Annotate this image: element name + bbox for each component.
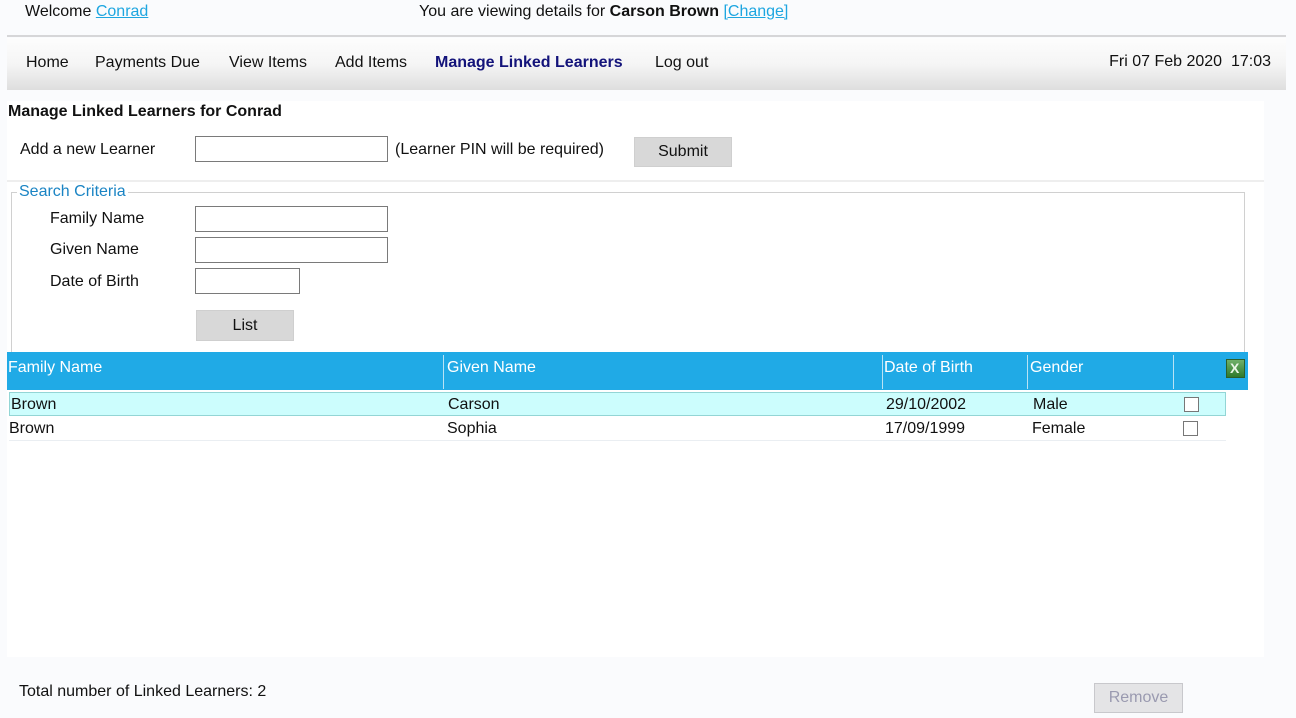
divider (7, 180, 1264, 182)
viewing-learner-name: Carson Brown (609, 3, 719, 20)
main-nav: Home Payments Due View Items Add Items M… (7, 38, 1286, 90)
column-separator (1173, 355, 1174, 389)
table-row[interactable]: Brown Sophia 17/09/1999 Female (9, 417, 1226, 441)
total-linked-learners: Total number of Linked Learners: 2 (19, 683, 267, 700)
column-header-given-name[interactable]: Given Name (447, 359, 536, 377)
row-select-checkbox[interactable] (1183, 421, 1198, 436)
nav-home[interactable]: Home (26, 54, 69, 72)
given-name-label: Given Name (50, 241, 139, 258)
cell-given-name: Sophia (447, 420, 497, 437)
cell-family-name: Brown (9, 420, 55, 437)
cell-given-name: Carson (448, 396, 500, 413)
family-name-input[interactable] (195, 206, 388, 232)
divider (7, 35, 1286, 37)
column-header-date-of-birth[interactable]: Date of Birth (884, 359, 973, 377)
top-bar: Welcome Conrad You are viewing details f… (0, 0, 1296, 37)
nav-view-items[interactable]: View Items (229, 54, 307, 72)
nav-add-items[interactable]: Add Items (335, 54, 407, 72)
search-criteria-panel: Search Criteria Family Name Given Name D… (11, 183, 1245, 352)
current-time: 17:03 (1230, 53, 1271, 70)
search-criteria-legend: Search Criteria (17, 183, 128, 201)
list-button[interactable]: List (196, 310, 294, 341)
column-separator (882, 355, 883, 389)
welcome-prefix: Welcome (25, 3, 92, 20)
cell-family-name: Brown (11, 396, 57, 413)
family-name-label: Family Name (50, 210, 145, 227)
viewing-details: You are viewing details for Carson Brown… (419, 3, 788, 21)
change-learner-link[interactable]: [Change] (723, 3, 788, 20)
nav-payments-due[interactable]: Payments Due (95, 54, 200, 72)
remove-button[interactable]: Remove (1094, 683, 1183, 713)
excel-export-icon[interactable] (1226, 359, 1245, 378)
learner-pin-input[interactable] (195, 136, 388, 162)
cell-gender: Female (1032, 420, 1086, 437)
main-panel: Manage Linked Learners for Conrad Add a … (7, 101, 1264, 657)
learner-pin-hint: (Learner PIN will be required) (395, 141, 604, 158)
given-name-input[interactable] (195, 237, 388, 263)
user-name-link[interactable]: Conrad (96, 3, 148, 20)
column-separator (443, 355, 444, 389)
date-of-birth-input[interactable] (195, 268, 300, 294)
viewing-prefix: You are viewing details for (419, 3, 606, 20)
welcome-text: Welcome Conrad (25, 3, 148, 21)
column-header-family-name[interactable]: Family Name (8, 359, 102, 377)
cell-date-of-birth: 29/10/2002 (886, 396, 967, 413)
add-learner-label: Add a new Learner (20, 141, 156, 158)
table-row[interactable]: Brown Carson 29/10/2002 Male (9, 392, 1226, 416)
current-date: Fri 07 Feb 2020 (1109, 53, 1223, 70)
current-datetime: Fri 07 Feb 2020 17:03 (1109, 53, 1271, 71)
nav-log-out[interactable]: Log out (655, 54, 708, 72)
submit-button[interactable]: Submit (634, 137, 732, 167)
grid-header: Family Name Given Name Date of Birth Gen… (7, 352, 1248, 390)
column-header-gender[interactable]: Gender (1030, 359, 1083, 377)
row-select-checkbox[interactable] (1184, 397, 1199, 412)
cell-gender: Male (1033, 396, 1068, 413)
column-separator (1027, 355, 1028, 389)
page-title: Manage Linked Learners for Conrad (8, 103, 282, 120)
cell-date-of-birth: 17/09/1999 (885, 420, 966, 437)
nav-manage-linked-learners[interactable]: Manage Linked Learners (435, 54, 623, 72)
date-of-birth-label: Date of Birth (50, 273, 139, 290)
